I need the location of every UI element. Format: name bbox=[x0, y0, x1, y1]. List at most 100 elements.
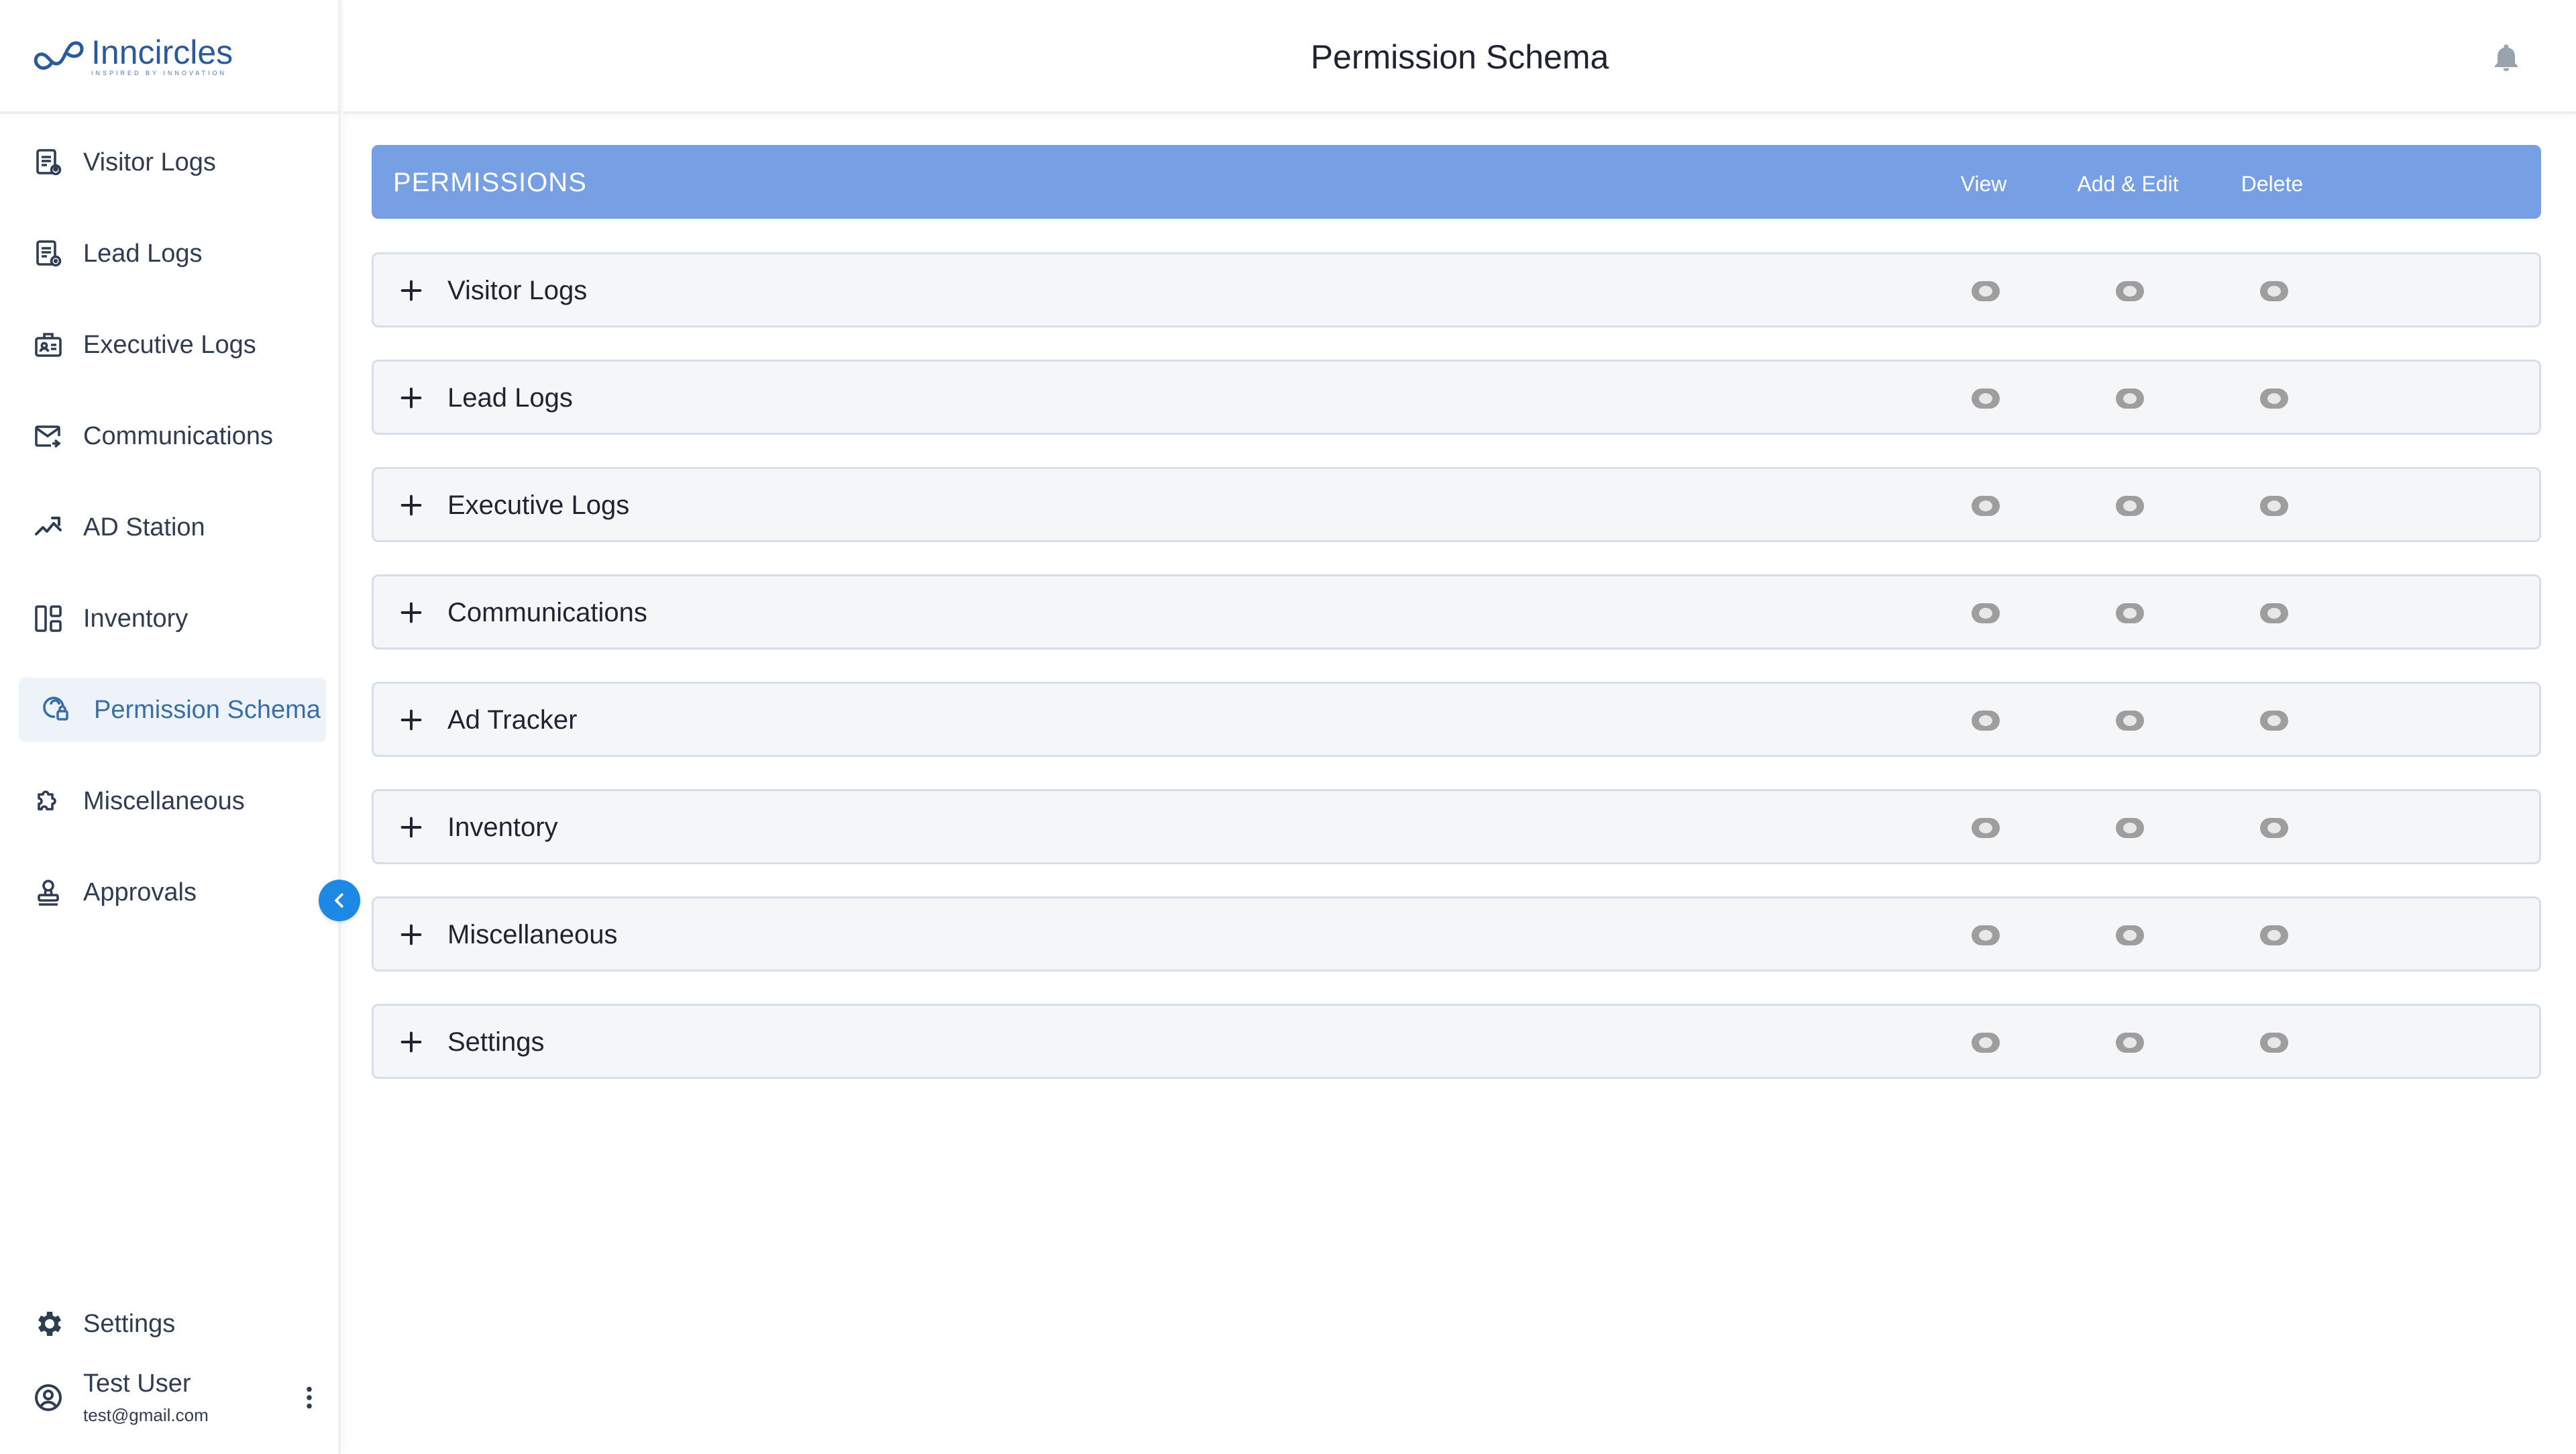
sidebar-item-label: Miscellaneous bbox=[83, 786, 245, 815]
user-name: Test User bbox=[83, 1369, 191, 1398]
permission-row-label: Communications bbox=[447, 598, 647, 627]
add-edit-toggle[interactable] bbox=[2116, 388, 2144, 409]
expand-plus-icon[interactable] bbox=[398, 492, 425, 519]
view-toggle[interactable] bbox=[1972, 818, 2000, 838]
permission-row-executive-logs: Executive Logs bbox=[372, 467, 2541, 542]
delete-toggle[interactable] bbox=[2260, 603, 2288, 623]
delete-toggle[interactable] bbox=[2260, 1033, 2288, 1053]
sidebar-item-settings[interactable]: Settings bbox=[19, 1292, 326, 1356]
delete-toggle[interactable] bbox=[2260, 388, 2288, 409]
expand-plus-icon[interactable] bbox=[398, 384, 425, 411]
sidebar-item-miscellaneous[interactable]: Miscellaneous bbox=[19, 769, 326, 833]
settings-label: Settings bbox=[83, 1309, 176, 1338]
more-options-icon[interactable] bbox=[292, 1381, 326, 1414]
permissions-header: PERMISSIONS View Add & Edit Delete bbox=[372, 145, 2541, 219]
lead-logs-icon bbox=[32, 238, 64, 270]
logo-mark-icon bbox=[34, 41, 84, 70]
puzzle-icon bbox=[32, 785, 64, 817]
sidebar-item-ad-station[interactable]: AD Station bbox=[19, 495, 326, 560]
stamp-icon bbox=[32, 876, 64, 908]
column-add-edit: Add & Edit bbox=[2077, 172, 2179, 196]
view-toggle[interactable] bbox=[1972, 603, 2000, 623]
sidebar-item-label: Executive Logs bbox=[83, 330, 256, 359]
collapse-sidebar-button[interactable] bbox=[319, 880, 360, 921]
user-avatar-icon bbox=[32, 1382, 64, 1414]
permission-row-miscellaneous: Miscellaneous bbox=[372, 896, 2541, 972]
expand-plus-icon[interactable] bbox=[398, 277, 425, 304]
permission-row-label: Executive Logs bbox=[447, 490, 630, 520]
add-edit-toggle[interactable] bbox=[2116, 281, 2144, 301]
brand-name: Inncircles bbox=[91, 34, 233, 71]
page-title: Permission Schema bbox=[1310, 38, 1609, 76]
expand-plus-icon[interactable] bbox=[398, 1029, 425, 1055]
mail-icon bbox=[32, 420, 64, 452]
view-toggle[interactable] bbox=[1972, 281, 2000, 301]
sidebar-item-inventory[interactable]: Inventory bbox=[19, 586, 326, 651]
view-toggle[interactable] bbox=[1972, 925, 2000, 945]
add-edit-toggle[interactable] bbox=[2116, 496, 2144, 516]
delete-toggle[interactable] bbox=[2260, 281, 2288, 301]
executive-logs-icon bbox=[32, 329, 64, 361]
sidebar-item-executive-logs[interactable]: Executive Logs bbox=[19, 313, 326, 377]
permission-row-label: Settings bbox=[447, 1027, 545, 1057]
bell-icon[interactable] bbox=[2490, 42, 2522, 74]
inventory-icon bbox=[32, 603, 64, 635]
permission-row-visitor-logs: Visitor Logs bbox=[372, 252, 2541, 327]
view-toggle[interactable] bbox=[1972, 388, 2000, 409]
sidebar-item-label: Approvals bbox=[83, 878, 197, 906]
permission-row-label: Lead Logs bbox=[447, 383, 573, 413]
sidebar: Inncircles INSPIRED BY INNOVATION Visito… bbox=[0, 0, 341, 1454]
brand-logo[interactable]: Inncircles INSPIRED BY INNOVATION bbox=[0, 0, 341, 114]
sidebar-item-communications[interactable]: Communications bbox=[19, 404, 326, 468]
delete-toggle[interactable] bbox=[2260, 925, 2288, 945]
sidebar-item-label: AD Station bbox=[83, 513, 205, 541]
chevron-left-icon bbox=[335, 893, 343, 908]
permission-row-label: Miscellaneous bbox=[447, 920, 618, 949]
add-edit-toggle[interactable] bbox=[2116, 1033, 2144, 1053]
permission-row-label: Ad Tracker bbox=[447, 705, 578, 735]
delete-toggle[interactable] bbox=[2260, 818, 2288, 838]
permission-row-inventory: Inventory bbox=[372, 789, 2541, 864]
sidebar-item-permission-schema[interactable]: Permission Schema bbox=[19, 678, 326, 742]
sidebar-item-label: Communications bbox=[83, 421, 273, 450]
permission-row-settings: Settings bbox=[372, 1004, 2541, 1079]
column-delete: Delete bbox=[2241, 172, 2304, 196]
top-header: Permission Schema bbox=[343, 0, 2576, 114]
permission-row-ad-tracker: Ad Tracker bbox=[372, 682, 2541, 757]
sidebar-item-label: Lead Logs bbox=[83, 239, 203, 268]
sidebar-item-visitor-logs[interactable]: Visitor Logs bbox=[19, 130, 326, 195]
delete-toggle[interactable] bbox=[2260, 711, 2288, 731]
expand-plus-icon[interactable] bbox=[398, 707, 425, 733]
main-content: PERMISSIONS View Add & Edit Delete Visit… bbox=[343, 114, 2576, 1454]
expand-plus-icon[interactable] bbox=[398, 814, 425, 841]
sidebar-item-label: Visitor Logs bbox=[83, 148, 216, 176]
sidebar-item-label: Permission Schema bbox=[94, 695, 321, 724]
visitor-logs-icon bbox=[32, 146, 64, 178]
delete-toggle[interactable] bbox=[2260, 496, 2288, 516]
sidebar-item-lead-logs[interactable]: Lead Logs bbox=[19, 221, 326, 286]
add-edit-toggle[interactable] bbox=[2116, 818, 2144, 838]
permission-icon bbox=[39, 694, 71, 726]
add-edit-toggle[interactable] bbox=[2116, 711, 2144, 731]
permissions-title: PERMISSIONS bbox=[393, 168, 587, 197]
add-edit-toggle[interactable] bbox=[2116, 925, 2144, 945]
brand-tagline: INSPIRED BY INNOVATION bbox=[91, 70, 227, 76]
view-toggle[interactable] bbox=[1972, 496, 2000, 516]
permission-row-label: Inventory bbox=[447, 813, 558, 842]
user-email: test@gmail.com bbox=[83, 1405, 209, 1425]
expand-plus-icon[interactable] bbox=[398, 921, 425, 948]
view-toggle[interactable] bbox=[1972, 1033, 2000, 1053]
permission-row-communications: Communications bbox=[372, 574, 2541, 650]
expand-plus-icon[interactable] bbox=[398, 599, 425, 626]
sidebar-item-label: Inventory bbox=[83, 604, 189, 633]
gear-icon bbox=[32, 1308, 64, 1340]
add-edit-toggle[interactable] bbox=[2116, 603, 2144, 623]
sidebar-item-approvals[interactable]: Approvals bbox=[19, 860, 326, 925]
app: Inncircles INSPIRED BY INNOVATION Visito… bbox=[0, 0, 2576, 1454]
permission-row-lead-logs: Lead Logs bbox=[372, 360, 2541, 435]
permission-row-label: Visitor Logs bbox=[447, 276, 588, 305]
view-toggle[interactable] bbox=[1972, 711, 2000, 731]
column-view: View bbox=[1960, 172, 2007, 196]
user-profile[interactable]: Test User test@gmail.com bbox=[19, 1354, 326, 1441]
trend-icon bbox=[32, 511, 64, 543]
